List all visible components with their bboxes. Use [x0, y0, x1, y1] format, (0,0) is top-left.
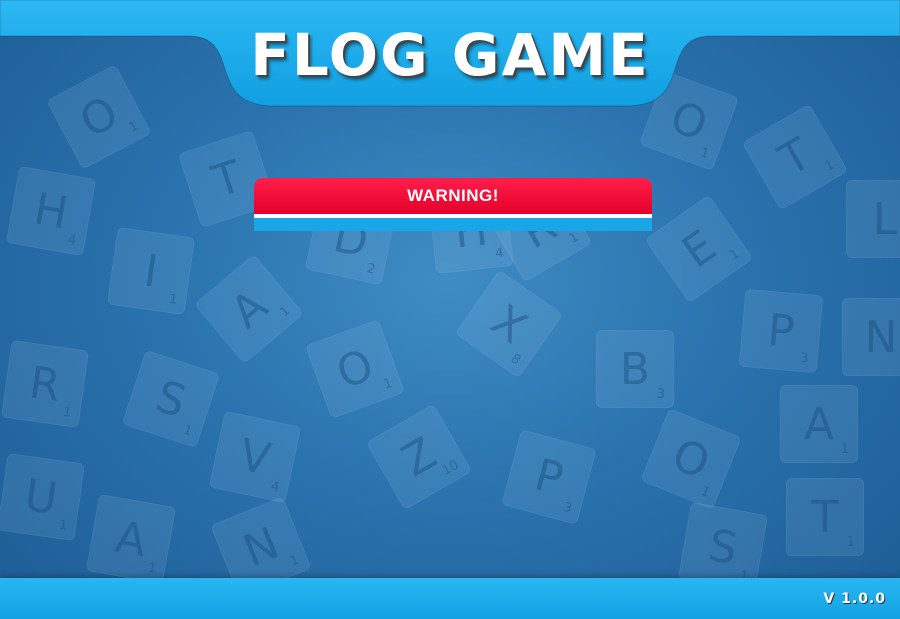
background-tile: T1 [786, 478, 864, 556]
tile-letter: L [872, 193, 898, 245]
tile-value: 3 [799, 350, 810, 367]
tile-letter: S [149, 370, 193, 428]
background-tile: B3 [596, 330, 674, 408]
tile-letter: H [30, 183, 72, 239]
tile-letter: Z [393, 427, 445, 487]
background-tile: N1 [842, 298, 900, 376]
warning-header: WARNING! [254, 178, 652, 214]
background-tile: S1 [121, 349, 221, 449]
warning-title: WARNING! [407, 186, 499, 205]
background-tile: A1 [780, 385, 858, 463]
warning-panel: WARNING! [254, 178, 652, 231]
background-tile: O1 [305, 319, 405, 419]
version-label: V 1.0.0 [823, 591, 886, 607]
game-screen: O1H4T1I1D2H4O1T1E1A1X8R1P3N1O1B3S1A1V4Z1… [0, 0, 900, 619]
background-tile: X8 [454, 269, 564, 379]
tile-letter: N [864, 311, 898, 363]
tile-letter: T [770, 128, 820, 186]
tile-value: 4 [494, 245, 505, 262]
tile-value: 1 [846, 535, 855, 550]
background-tile: E1 [644, 194, 754, 304]
tile-letter: O [329, 339, 380, 399]
background-tile: O1 [640, 408, 742, 510]
background-tile: I1 [106, 226, 196, 316]
background-tile: A1 [85, 493, 177, 585]
background-tile: T1 [741, 103, 849, 211]
background-tile: R1 [0, 339, 90, 429]
footer-bar: V 1.0.0 [0, 578, 900, 619]
warning-body [254, 218, 652, 231]
background-tile: H4 [5, 165, 97, 257]
background-tile: U1 [0, 452, 86, 542]
tile-letter: U [21, 469, 61, 525]
game-title: FLOG GAME [250, 21, 650, 89]
tile-letter: O [665, 428, 717, 490]
tile-letter: V [234, 428, 276, 486]
tile-letter: E [672, 220, 726, 278]
background-tile: Z 10 [365, 403, 473, 511]
tile-letter: P [765, 304, 797, 358]
tile-letter: A [111, 511, 151, 567]
tile-value: 1 [840, 442, 849, 457]
tile-value: 3 [656, 387, 665, 402]
tile-letter: I [141, 244, 161, 298]
background-tile: A1 [194, 254, 304, 364]
tile-letter: R [26, 356, 64, 412]
title-bar: FLOG GAME [0, 0, 900, 110]
background-tile: P3 [738, 288, 824, 374]
background-tile: L1 [846, 180, 900, 258]
background-tile: P3 [501, 429, 597, 525]
background-tile: V4 [208, 410, 302, 504]
tile-letter: P [529, 448, 569, 506]
